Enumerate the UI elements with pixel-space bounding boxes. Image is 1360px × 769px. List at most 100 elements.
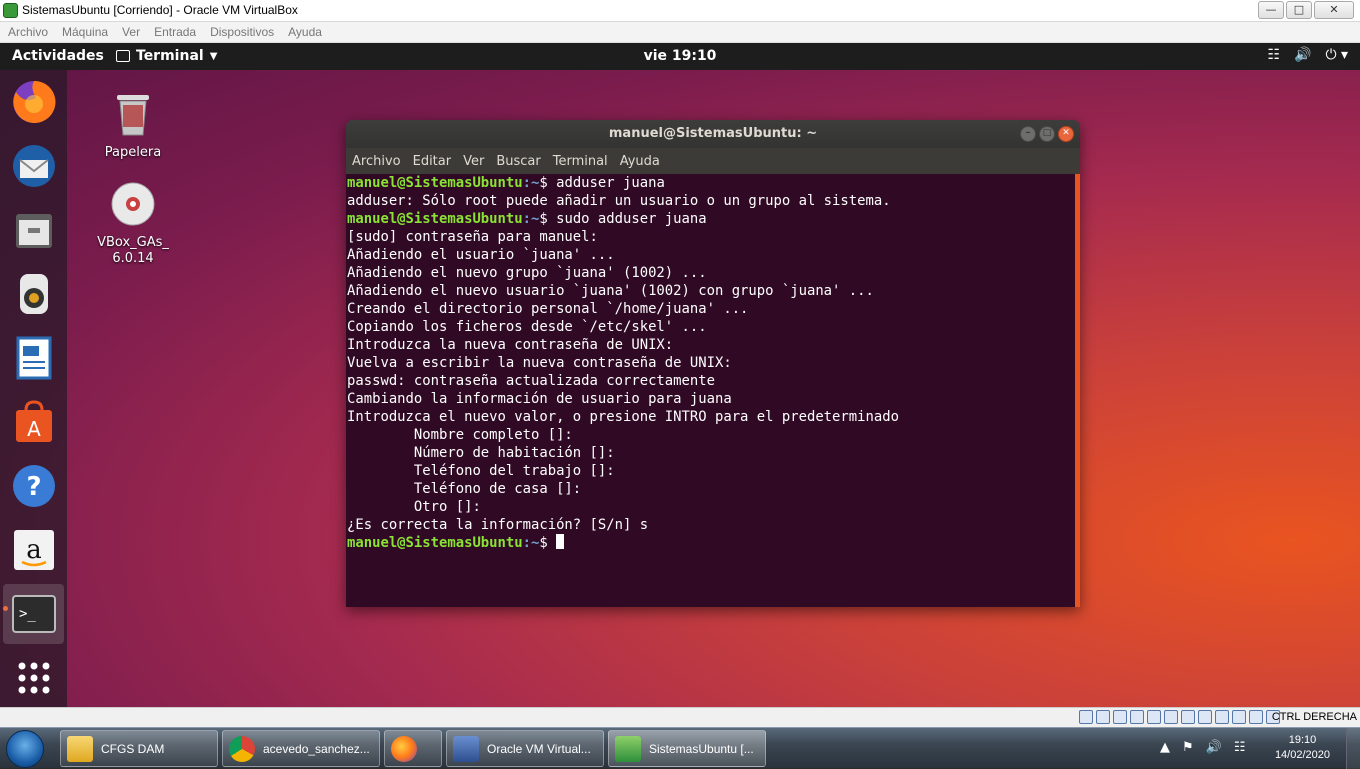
writer-icon	[16, 336, 51, 380]
maximize-button[interactable]: □	[1286, 1, 1312, 19]
dock-firefox[interactable]	[3, 72, 64, 132]
desktop-icon-label: Papelera	[104, 145, 162, 160]
display-icon[interactable]	[1181, 710, 1195, 724]
vbox-menu-ayuda[interactable]: Ayuda	[288, 25, 322, 39]
terminal-menubar: Archivo Editar Ver Buscar Terminal Ayuda	[346, 148, 1080, 174]
taskbar-btn-virtualbox[interactable]: Oracle VM Virtual...	[446, 730, 604, 767]
terminal-command-line: manuel@SistemasUbuntu:~$ sudo adduser ju…	[347, 210, 899, 228]
dock-amazon[interactable]: a	[3, 520, 64, 580]
vbox-menu-entrada[interactable]: Entrada	[154, 25, 196, 39]
terminal-output[interactable]: manuel@SistemasUbuntu:~$ adduser juana ad…	[346, 174, 1080, 607]
folder-icon	[67, 735, 93, 762]
vbox-titlebar: SistemasUbuntu [Corriendo] - Oracle VM V…	[0, 0, 1360, 22]
speaker-icon[interactable]: 🔊	[1206, 740, 1222, 755]
terminal-minimize-button[interactable]: –	[1020, 126, 1036, 142]
dock-software[interactable]: A	[3, 392, 64, 452]
terminal-output-line: Añadiendo el nuevo usuario `juana' (1002…	[347, 283, 874, 299]
dock-writer[interactable]	[3, 328, 64, 388]
dock-help[interactable]: ?	[3, 456, 64, 516]
prompt-symbol: $	[539, 175, 557, 191]
network-adapter-icon[interactable]	[1130, 710, 1144, 724]
terminal-maximize-button[interactable]: □	[1039, 126, 1055, 142]
terminal-menu-editar[interactable]: Editar	[413, 154, 452, 169]
vbox-menu-maquina[interactable]: Máquina	[62, 25, 108, 39]
hdd-icon[interactable]	[1079, 710, 1093, 724]
terminal-output-line: Teléfono de casa []:	[347, 481, 582, 497]
prompt-user: manuel@SistemasUbuntu	[347, 211, 523, 227]
taskbar-btn-firefox[interactable]	[384, 730, 442, 767]
svg-text:?: ?	[26, 472, 41, 502]
recording-icon[interactable]	[1198, 710, 1212, 724]
flag-icon[interactable]: ⚑	[1182, 740, 1194, 755]
terminal-window[interactable]: manuel@SistemasUbuntu: ~ – □ ✕ Archivo E…	[346, 120, 1080, 607]
terminal-output-line: [sudo] contraseña para manuel:	[347, 229, 598, 245]
chrome-icon	[229, 735, 255, 762]
terminal-close-button[interactable]: ✕	[1058, 126, 1074, 142]
close-button[interactable]: ✕	[1314, 1, 1354, 19]
desktop-icon-vbox-gas[interactable]: VBox_GAs_ 6.0.14	[88, 181, 178, 267]
taskbar-btn-cfgs-dam[interactable]: CFGS DAM	[60, 730, 218, 767]
files-icon	[15, 214, 52, 248]
network-icon[interactable]: ☷	[1234, 740, 1246, 755]
terminal-text: manuel@SistemasUbuntu:~$ adduser juana ad…	[347, 174, 899, 552]
keyboard-icon[interactable]	[1249, 710, 1263, 724]
minimize-button[interactable]: —	[1258, 1, 1284, 19]
power-icon[interactable]: ⏻ ▾	[1325, 47, 1348, 63]
prompt-user: manuel@SistemasUbuntu	[347, 535, 523, 551]
vbox-menu-dispositivos[interactable]: Dispositivos	[210, 25, 274, 39]
dock-files[interactable]	[3, 200, 64, 260]
desktop-icon-trash[interactable]: Papelera	[88, 87, 178, 160]
terminal-command-line: manuel@SistemasUbuntu:~$ adduser juana	[347, 174, 899, 192]
ubuntu-top-bar: Actividades Terminal ▼ vie 19:10 ☷ 🔊 ⏻ ▾	[0, 43, 1360, 70]
terminal-output-line: Creando el directorio personal `/home/ju…	[347, 301, 749, 317]
usb-icon[interactable]	[1147, 710, 1161, 724]
command-text: sudo adduser juana	[556, 211, 707, 227]
terminal-output-line: Otro []:	[347, 499, 481, 515]
dock-show-apps[interactable]	[3, 648, 64, 707]
amazon-icon: a	[13, 530, 54, 570]
dock-terminal[interactable]: >_	[3, 584, 64, 644]
terminal-output-line: Número de habitación []:	[347, 445, 615, 461]
terminal-output-line: Teléfono del trabajo []:	[347, 463, 615, 479]
start-button[interactable]	[6, 730, 44, 768]
terminal-menu-archivo[interactable]: Archivo	[352, 154, 401, 169]
tray-chevron-up-icon[interactable]: ▲	[1160, 740, 1170, 755]
cpu-icon[interactable]	[1215, 710, 1229, 724]
optical-drive-icon[interactable]	[1096, 710, 1110, 724]
taskbar-btn-chrome[interactable]: acevedo_sanchez...	[222, 730, 380, 767]
firefox-icon	[12, 80, 55, 123]
terminal-output-line: passwd: contraseña actualizada correctam…	[347, 373, 715, 389]
prompt-path: :~	[522, 175, 540, 191]
vbox-menu-ver[interactable]: Ver	[122, 25, 140, 39]
show-desktop-button[interactable]	[1346, 728, 1360, 769]
terminal-output-line: Copiando los ficheros desde `/etc/skel' …	[347, 319, 707, 335]
terminal-output-line: ¿Es correcta la información? [S/n] s	[347, 517, 649, 533]
audio-icon[interactable]	[1113, 710, 1127, 724]
dock-thunderbird[interactable]	[3, 136, 64, 196]
vbox-window-title: SistemasUbuntu [Corriendo] - Oracle VM V…	[22, 3, 298, 17]
vm-icon	[615, 735, 641, 762]
taskbar-btn-label: CFGS DAM	[101, 741, 165, 756]
cd-icon	[111, 182, 155, 226]
volume-icon[interactable]: 🔊	[1294, 47, 1311, 63]
tray-clock[interactable]: 19:10 14/02/2020	[1275, 733, 1330, 763]
terminal-menu-ver[interactable]: Ver	[463, 154, 484, 169]
guest-desktop: Actividades Terminal ▼ vie 19:10 ☷ 🔊 ⏻ ▾	[0, 43, 1360, 707]
terminal-menu-ayuda[interactable]: Ayuda	[620, 154, 660, 169]
terminal-menu-terminal[interactable]: Terminal	[553, 154, 608, 169]
taskbar-btn-sistemasubuntu[interactable]: SistemasUbuntu [...	[608, 730, 766, 767]
terminal-titlebar[interactable]: manuel@SistemasUbuntu: ~ – □ ✕	[346, 120, 1080, 148]
software-center-icon: A	[15, 400, 52, 442]
svg-text:>_: >_	[19, 606, 36, 622]
taskbar-btn-label: SistemasUbuntu [...	[649, 741, 754, 756]
vbox-menu-archivo[interactable]: Archivo	[8, 25, 48, 39]
dock-rhythmbox[interactable]	[3, 264, 64, 324]
network-icon[interactable]: ☷	[1267, 47, 1280, 63]
terminal-menu-buscar[interactable]: Buscar	[496, 154, 540, 169]
mouse-integration-icon[interactable]	[1232, 710, 1246, 724]
host-key-label: CTRL DERECHA	[1271, 711, 1357, 723]
clock[interactable]: vie 19:10	[0, 48, 1360, 64]
terminal-output-line: Vuelva a escribir la nueva contraseña de…	[347, 355, 732, 371]
prompt-path: :~	[522, 535, 540, 551]
shared-folders-icon[interactable]	[1164, 710, 1178, 724]
